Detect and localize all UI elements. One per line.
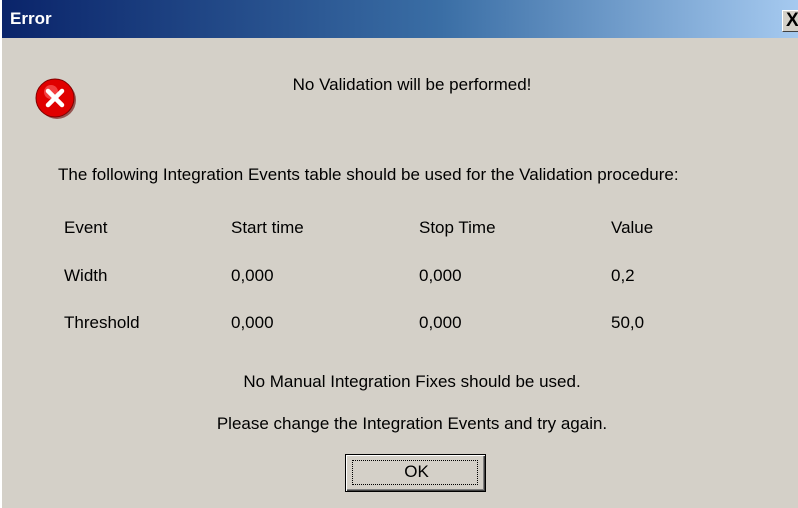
header-start-time: Start time [231,218,304,237]
header-event: Event [64,218,108,237]
title-bar[interactable]: Error X [2,0,798,38]
error-message: No Validation will be performed! [292,75,532,94]
dialog-title: Error [10,9,52,28]
cell-start-time: 0,000 [231,313,274,332]
cell-stop-time: 0,000 [419,266,462,285]
header-value: Value [611,218,654,237]
retry-note: Please change the Integration Events and… [216,414,608,433]
ok-button[interactable]: OK [345,454,486,492]
cell-event: Threshold [64,313,140,332]
fixes-note: No Manual Integration Fixes should be us… [243,372,581,391]
error-dialog: Error X No Validation will be performed!… [0,0,798,508]
header-stop-time: Stop Time [419,218,496,237]
cell-value: 0,2 [611,266,635,285]
table-intro: The following Integration Events table s… [58,165,679,184]
cell-stop-time: 0,000 [419,313,462,332]
focus-rectangle [352,460,478,485]
cell-value: 50,0 [611,313,645,332]
cell-event: Width [64,266,108,285]
close-button[interactable]: X [782,10,798,32]
close-icon: X [786,10,798,31]
cell-start-time: 0,000 [231,266,274,285]
